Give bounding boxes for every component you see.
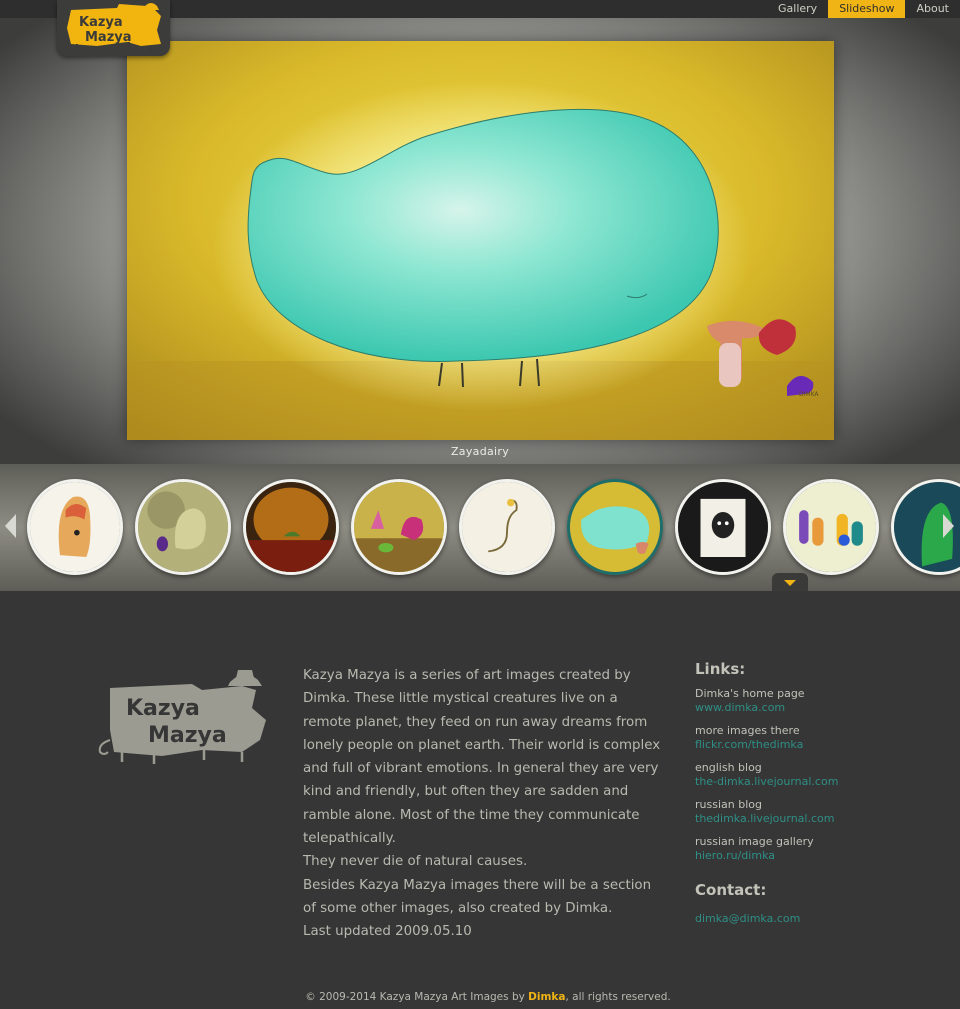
- kazya-mazya-logo-icon: Kazya Mazya: [67, 3, 161, 51]
- thumbnail-strip: [0, 464, 960, 591]
- thumbnail-5[interactable]: [459, 479, 555, 575]
- svg-text:Mazya: Mazya: [85, 30, 132, 45]
- main-nav: Gallery Slideshow About: [767, 0, 960, 18]
- links-heading: Links:: [695, 660, 746, 678]
- link-dimka-home[interactable]: www.dimka.com: [695, 701, 945, 715]
- copyright-suffix: , all rights reserved.: [565, 991, 671, 1003]
- about-paragraph-2: They never die of natural causes.: [303, 854, 528, 870]
- scroll-left-arrow-icon[interactable]: [3, 512, 17, 540]
- link-group-russian-gallery: russian image gallery hiero.ru/dimka: [695, 835, 945, 863]
- svg-text:Kazya: Kazya: [79, 15, 123, 30]
- link-russian-blog[interactable]: thedimka.livejournal.com: [695, 812, 945, 826]
- thumbnail-2[interactable]: [135, 479, 231, 575]
- kazya-mazya-large-logo-icon: Kazya Mazya: [98, 670, 266, 764]
- svg-text:DIMKA: DIMKA: [799, 391, 819, 398]
- slideshow-stage: DIMKA Zayadairy: [0, 18, 960, 464]
- link-label: more images there: [695, 724, 800, 737]
- last-updated: Last updated 2009.05.10: [303, 924, 472, 940]
- link-group-home: Dimka's home page www.dimka.com: [695, 687, 945, 715]
- contact-section: Contact: dimka@dimka.com: [695, 881, 945, 926]
- links-panel: Links: Dimka's home page www.dimka.com m…: [695, 660, 945, 926]
- chevron-down-icon: [784, 580, 796, 586]
- thumbnail-6[interactable]: [567, 479, 663, 575]
- link-label: Dimka's home page: [695, 687, 805, 700]
- contact-email-link[interactable]: dimka@dimka.com: [695, 912, 800, 925]
- main-artwork: DIMKA: [127, 41, 834, 440]
- about-paragraph-1: Kazya Mazya is a series of art images cr…: [303, 668, 661, 847]
- thumbnail-4[interactable]: [351, 479, 447, 575]
- author-link[interactable]: Dimka: [528, 991, 565, 1003]
- about-paragraph-3: Besides Kazya Mazya images there will be…: [303, 877, 652, 916]
- about-logo: Kazya Mazya: [92, 660, 272, 770]
- copyright: © 2009-2014 Kazya Mazya Art Images by Di…: [0, 991, 960, 1003]
- link-group-russian-blog: russian blog thedimka.livejournal.com: [695, 798, 945, 826]
- artwork-image: DIMKA: [127, 41, 834, 440]
- nav-about[interactable]: About: [905, 0, 960, 18]
- about-description: Kazya Mazya is a series of art images cr…: [303, 664, 663, 944]
- nav-gallery[interactable]: Gallery: [767, 0, 828, 18]
- link-group-english-blog: english blog the-dimka.livejournal.com: [695, 761, 945, 789]
- site-logo[interactable]: Kazya Mazya: [57, 0, 170, 56]
- link-label: english blog: [695, 761, 762, 774]
- thumbnail-3[interactable]: [243, 479, 339, 575]
- link-label: russian blog: [695, 798, 762, 811]
- thumbnail-1[interactable]: [27, 479, 123, 575]
- logo-line-2: Mazya: [148, 723, 227, 748]
- link-label: russian image gallery: [695, 835, 814, 848]
- copyright-prefix: © 2009-2014 Kazya Mazya Art Images by: [305, 991, 529, 1003]
- link-flickr[interactable]: flickr.com/thedimka: [695, 738, 945, 752]
- thumbnail-7[interactable]: [675, 479, 771, 575]
- toggle-strip-button[interactable]: [772, 573, 808, 591]
- link-group-flickr: more images there flickr.com/thedimka: [695, 724, 945, 752]
- link-english-blog[interactable]: the-dimka.livejournal.com: [695, 775, 945, 789]
- scroll-right-arrow-icon[interactable]: [942, 512, 956, 540]
- thumbnail-8[interactable]: [783, 479, 879, 575]
- nav-slideshow[interactable]: Slideshow: [828, 0, 906, 18]
- contact-heading: Contact:: [695, 881, 767, 899]
- link-russian-gallery[interactable]: hiero.ru/dimka: [695, 849, 945, 863]
- logo-line-1: Kazya: [126, 696, 200, 721]
- artwork-caption: Zayadairy: [450, 445, 510, 458]
